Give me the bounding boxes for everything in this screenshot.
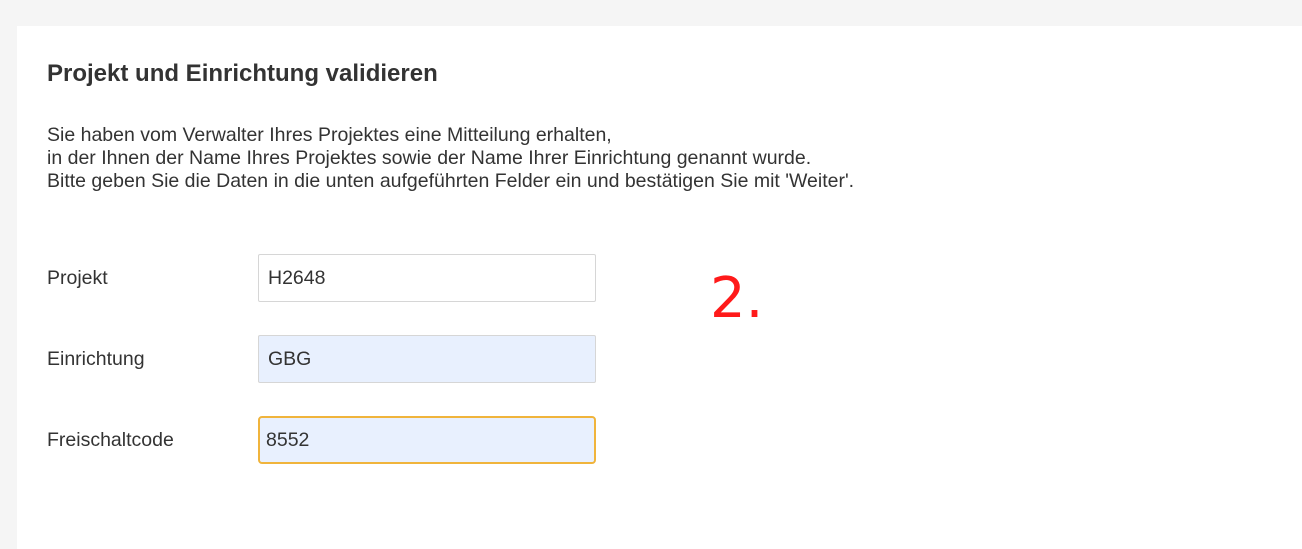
project-label: Projekt: [47, 267, 108, 289]
institution-input[interactable]: [258, 335, 596, 383]
intro-text: Sie haben vom Verwalter Ihres Projektes …: [47, 124, 854, 193]
unlock-code-label: Freischaltcode: [47, 429, 174, 451]
institution-label: Einrichtung: [47, 348, 145, 370]
intro-line: Sie haben vom Verwalter Ihres Projektes …: [47, 124, 612, 146]
project-input[interactable]: [258, 254, 596, 302]
form-panel: Projekt und Einrichtung validieren Sie h…: [17, 26, 1302, 549]
intro-line: in der Ihnen der Name Ihres Projektes so…: [47, 147, 812, 169]
page-title: Projekt und Einrichtung validieren: [47, 60, 438, 87]
step-annotation: 2.: [710, 266, 764, 331]
unlock-code-input[interactable]: [258, 416, 596, 464]
intro-line: Bitte geben Sie die Daten in die unten a…: [47, 170, 855, 192]
